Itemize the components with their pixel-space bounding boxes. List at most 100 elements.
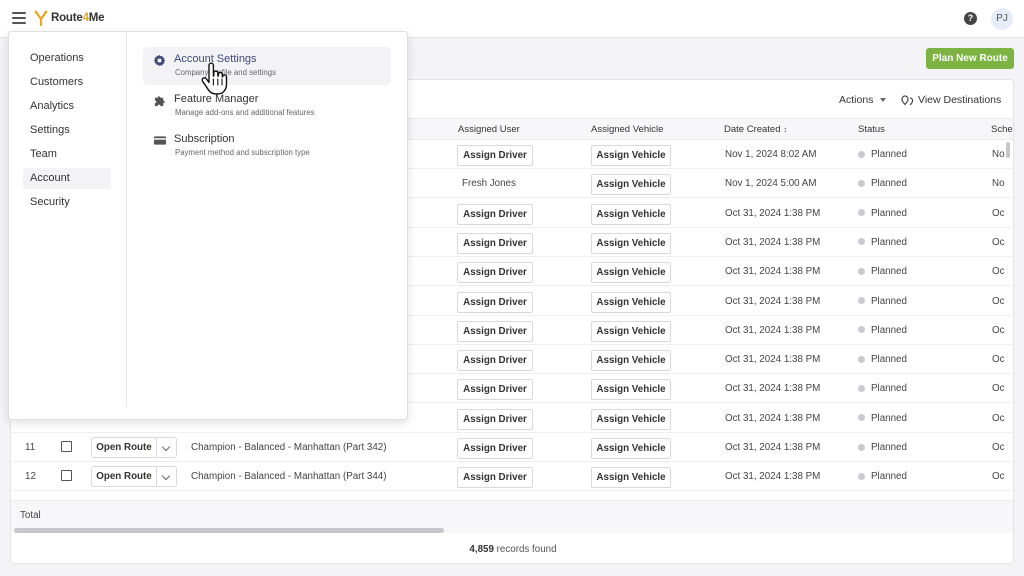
- assign-driver-button[interactable]: Assign Driver: [457, 145, 533, 166]
- plan-new-route-button[interactable]: Plan New Route: [926, 48, 1014, 69]
- status-label: Planned: [871, 412, 907, 424]
- assign-vehicle-button[interactable]: Assign Vehicle: [591, 379, 671, 401]
- row-checkbox[interactable]: [61, 470, 72, 482]
- date-created: Oct 31, 2024 1:38 PM: [725, 207, 821, 219]
- user-avatar[interactable]: PJ: [991, 8, 1013, 30]
- assign-vehicle-button[interactable]: Assign Vehicle: [591, 232, 671, 254]
- open-route-button[interactable]: Open Route: [91, 466, 157, 488]
- route-name[interactable]: Champion - Balanced - Manhattan (Part 34…: [191, 462, 387, 491]
- assign-driver-button[interactable]: Assign Driver: [457, 291, 533, 313]
- submenu-title: Subscription: [174, 133, 235, 145]
- schedule-cell: No: [992, 178, 1005, 190]
- assign-driver-button[interactable]: Assign Driver: [457, 203, 533, 225]
- schedule-cell: Oc: [992, 266, 1005, 278]
- menu-item-analytics[interactable]: Analytics: [23, 96, 111, 117]
- assign-vehicle-button[interactable]: Assign Vehicle: [591, 291, 671, 313]
- status-dot-icon: [858, 472, 865, 480]
- date-created-label: Date Created: [724, 124, 781, 135]
- view-destinations-button[interactable]: View Destinations: [901, 94, 1001, 106]
- schedule-cell: Oc: [992, 354, 1005, 366]
- assign-vehicle-button[interactable]: Assign Vehicle: [591, 262, 671, 284]
- assign-vehicle-button[interactable]: Assign Vehicle: [591, 467, 671, 489]
- status-dot-icon: [858, 326, 865, 334]
- schedule-cell: Oc: [992, 383, 1005, 395]
- status-cell: Planned: [858, 345, 907, 374]
- horizontal-scrollbar[interactable]: [14, 528, 444, 533]
- submenu-description: Payment method and subscription type: [175, 148, 310, 157]
- column-schedule[interactable]: Sched: [991, 124, 1013, 135]
- map-pins-icon: [901, 94, 914, 105]
- status-cell: Planned: [858, 287, 907, 316]
- status-cell: Planned: [858, 316, 907, 345]
- submenu-item-account-settings[interactable]: Account Settings Company profile and sett…: [143, 47, 391, 85]
- date-created: Oct 31, 2024 1:38 PM: [725, 236, 821, 248]
- status-label: Planned: [871, 324, 907, 336]
- table-row[interactable]: 12 Open Route Champion - Balanced - Manhat…: [11, 462, 1013, 492]
- schedule-cell: Oc: [992, 471, 1005, 483]
- schedule-cell: Oc: [992, 442, 1005, 453]
- actions-dropdown[interactable]: Actions: [839, 94, 887, 106]
- assign-vehicle-button[interactable]: Assign Vehicle: [591, 350, 671, 372]
- sort-icon[interactable]: ↕: [783, 125, 787, 134]
- column-date-created[interactable]: Date Created ↕: [724, 124, 787, 135]
- column-assigned-vehicle[interactable]: Assigned Vehicle: [591, 124, 663, 135]
- status-dot-icon: [858, 384, 865, 392]
- open-route-menu-chevron-icon[interactable]: [156, 437, 177, 458]
- open-route-menu-chevron-icon[interactable]: [156, 466, 177, 488]
- assign-vehicle-button[interactable]: Assign Vehicle: [591, 203, 671, 225]
- date-created: Nov 1, 2024 5:00 AM: [725, 178, 817, 190]
- menu-item-account[interactable]: Account: [23, 168, 111, 189]
- assign-driver-button[interactable]: Assign Driver: [457, 232, 533, 254]
- assign-driver-button[interactable]: Assign Driver: [457, 320, 533, 342]
- menu-item-operations[interactable]: Operations: [23, 48, 111, 69]
- column-status[interactable]: Status: [858, 124, 885, 135]
- schedule-cell: Oc: [992, 207, 1005, 219]
- status-cell: Planned: [858, 433, 907, 462]
- status-dot-icon: [858, 179, 865, 187]
- status-dot-icon: [858, 355, 865, 363]
- view-destinations-label: View Destinations: [918, 94, 1002, 106]
- menu-item-settings[interactable]: Settings: [23, 120, 111, 141]
- assign-vehicle-button[interactable]: Assign Vehicle: [591, 320, 671, 342]
- menu-item-customers[interactable]: Customers: [23, 72, 111, 93]
- assign-driver-button[interactable]: Assign Driver: [457, 438, 533, 459]
- assign-driver-button[interactable]: Assign Driver: [457, 379, 533, 401]
- route4me-logo[interactable]: Route4Me: [34, 10, 105, 26]
- assign-driver-button[interactable]: Assign Driver: [457, 350, 533, 372]
- date-created: Oct 31, 2024 1:38 PM: [725, 442, 821, 453]
- assign-vehicle-button[interactable]: Assign Vehicle: [591, 438, 671, 459]
- logo-text: Route4Me: [51, 12, 105, 24]
- row-checkbox[interactable]: [61, 441, 72, 452]
- menu-item-team[interactable]: Team: [23, 144, 111, 165]
- status-dot-icon: [858, 209, 865, 217]
- vertical-scrollbar[interactable]: [1006, 142, 1010, 158]
- status-dot-icon: [858, 414, 865, 422]
- status-dot-icon: [858, 297, 865, 304]
- route-name[interactable]: Champion - Balanced - Manhattan (Part 34…: [191, 433, 387, 462]
- date-created: Oct 31, 2024 1:38 PM: [725, 266, 821, 278]
- assign-vehicle-button[interactable]: Assign Vehicle: [591, 174, 671, 196]
- submenu-item-feature-manager[interactable]: Feature Manager Manage add-ons and additi…: [143, 87, 391, 125]
- assign-vehicle-button[interactable]: Assign Vehicle: [591, 408, 671, 430]
- table-row[interactable]: 11 Open Route Champion - Balanced - Manhat…: [11, 433, 1013, 462]
- date-created: Oct 31, 2024 1:38 PM: [725, 412, 821, 424]
- submenu-item-subscription[interactable]: Subscription Payment method and subscript…: [143, 127, 391, 165]
- hamburger-menu-icon[interactable]: [12, 12, 26, 24]
- status-label: Planned: [871, 207, 907, 219]
- date-created: Nov 1, 2024 8:02 AM: [725, 149, 817, 160]
- column-assigned-user[interactable]: Assigned User: [458, 124, 520, 135]
- status-label: Planned: [871, 178, 907, 190]
- status-dot-icon: [858, 267, 865, 275]
- menu-categories: Operations Customers Analytics Settings Team…: [9, 32, 127, 407]
- help-icon[interactable]: ?: [964, 12, 977, 25]
- status-label: Planned: [871, 266, 907, 278]
- assign-driver-button[interactable]: Assign Driver: [457, 467, 533, 489]
- open-route-button[interactable]: Open Route: [91, 437, 157, 458]
- assign-vehicle-button[interactable]: Assign Vehicle: [591, 145, 671, 166]
- menu-item-security[interactable]: Security: [23, 192, 111, 213]
- status-cell: Planned: [858, 374, 907, 403]
- schedule-cell: Oc: [992, 236, 1005, 248]
- assign-driver-button[interactable]: Assign Driver: [457, 408, 533, 430]
- status-cell: Planned: [858, 462, 907, 491]
- assign-driver-button[interactable]: Assign Driver: [457, 262, 533, 284]
